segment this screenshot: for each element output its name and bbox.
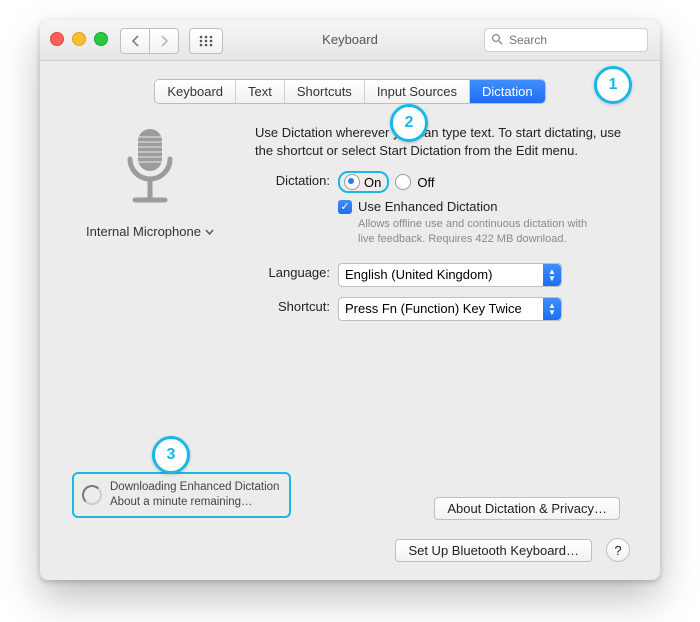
dictation-label: Dictation: xyxy=(255,171,338,188)
chevron-down-icon xyxy=(205,224,214,239)
download-line1: Downloading Enhanced Dictation xyxy=(110,480,279,495)
spinner-icon xyxy=(82,485,102,505)
callout-1: 1 xyxy=(594,66,632,104)
tab-keyboard[interactable]: Keyboard xyxy=(155,80,236,103)
shortcut-select[interactable]: Press Fn (Function) Key Twice ▲▼ xyxy=(338,297,562,321)
dictation-off-radio[interactable] xyxy=(395,174,411,190)
callout-2: 2 xyxy=(390,104,428,142)
shortcut-value: Press Fn (Function) Key Twice xyxy=(345,301,522,316)
tab-input-sources[interactable]: Input Sources xyxy=(365,80,470,103)
language-value: English (United Kingdom) xyxy=(345,267,492,282)
search-icon xyxy=(491,33,503,48)
about-dictation-button[interactable]: About Dictation & Privacy… xyxy=(434,497,620,520)
titlebar: Keyboard xyxy=(40,20,660,61)
microphone-icon xyxy=(115,124,185,214)
callout-3: 3 xyxy=(152,436,190,474)
download-status: Downloading Enhanced Dictation About a m… xyxy=(72,472,291,518)
keyboard-preferences-window: Keyboard Keyboard Text Shortcuts Input S… xyxy=(40,20,660,580)
shortcut-label: Shortcut: xyxy=(255,297,338,314)
help-button[interactable]: ? xyxy=(606,538,630,562)
search-input[interactable] xyxy=(507,32,660,48)
language-select[interactable]: English (United Kingdom) ▲▼ xyxy=(338,263,562,287)
intro-text: Use Dictation wherever you can type text… xyxy=(255,124,630,159)
tab-text[interactable]: Text xyxy=(236,80,285,103)
enhanced-dictation-hint: Allows offline use and continuous dictat… xyxy=(358,217,598,247)
search-field[interactable] xyxy=(484,28,648,52)
tab-shortcuts[interactable]: Shortcuts xyxy=(285,80,365,103)
download-line2: About a minute remaining… xyxy=(110,495,279,510)
microphone-label: Internal Microphone xyxy=(86,224,201,239)
dictation-on-radio[interactable] xyxy=(344,174,360,190)
select-arrows-icon: ▲▼ xyxy=(543,264,561,286)
dictation-off-label: Off xyxy=(417,175,434,190)
tab-dictation[interactable]: Dictation xyxy=(470,80,545,103)
enhanced-dictation-checkbox[interactable]: ✓ xyxy=(338,200,352,214)
tab-bar: Keyboard Text Shortcuts Input Sources Di… xyxy=(40,79,660,104)
enhanced-dictation-label: Use Enhanced Dictation xyxy=(358,199,497,214)
language-label: Language: xyxy=(255,263,338,280)
bluetooth-keyboard-button[interactable]: Set Up Bluetooth Keyboard… xyxy=(395,539,592,562)
dictation-on-label: On xyxy=(364,175,381,190)
select-arrows-icon: ▲▼ xyxy=(543,298,561,320)
content: Internal Microphone Use Dictation wherev… xyxy=(40,104,660,341)
microphone-selector[interactable]: Internal Microphone xyxy=(86,224,214,239)
